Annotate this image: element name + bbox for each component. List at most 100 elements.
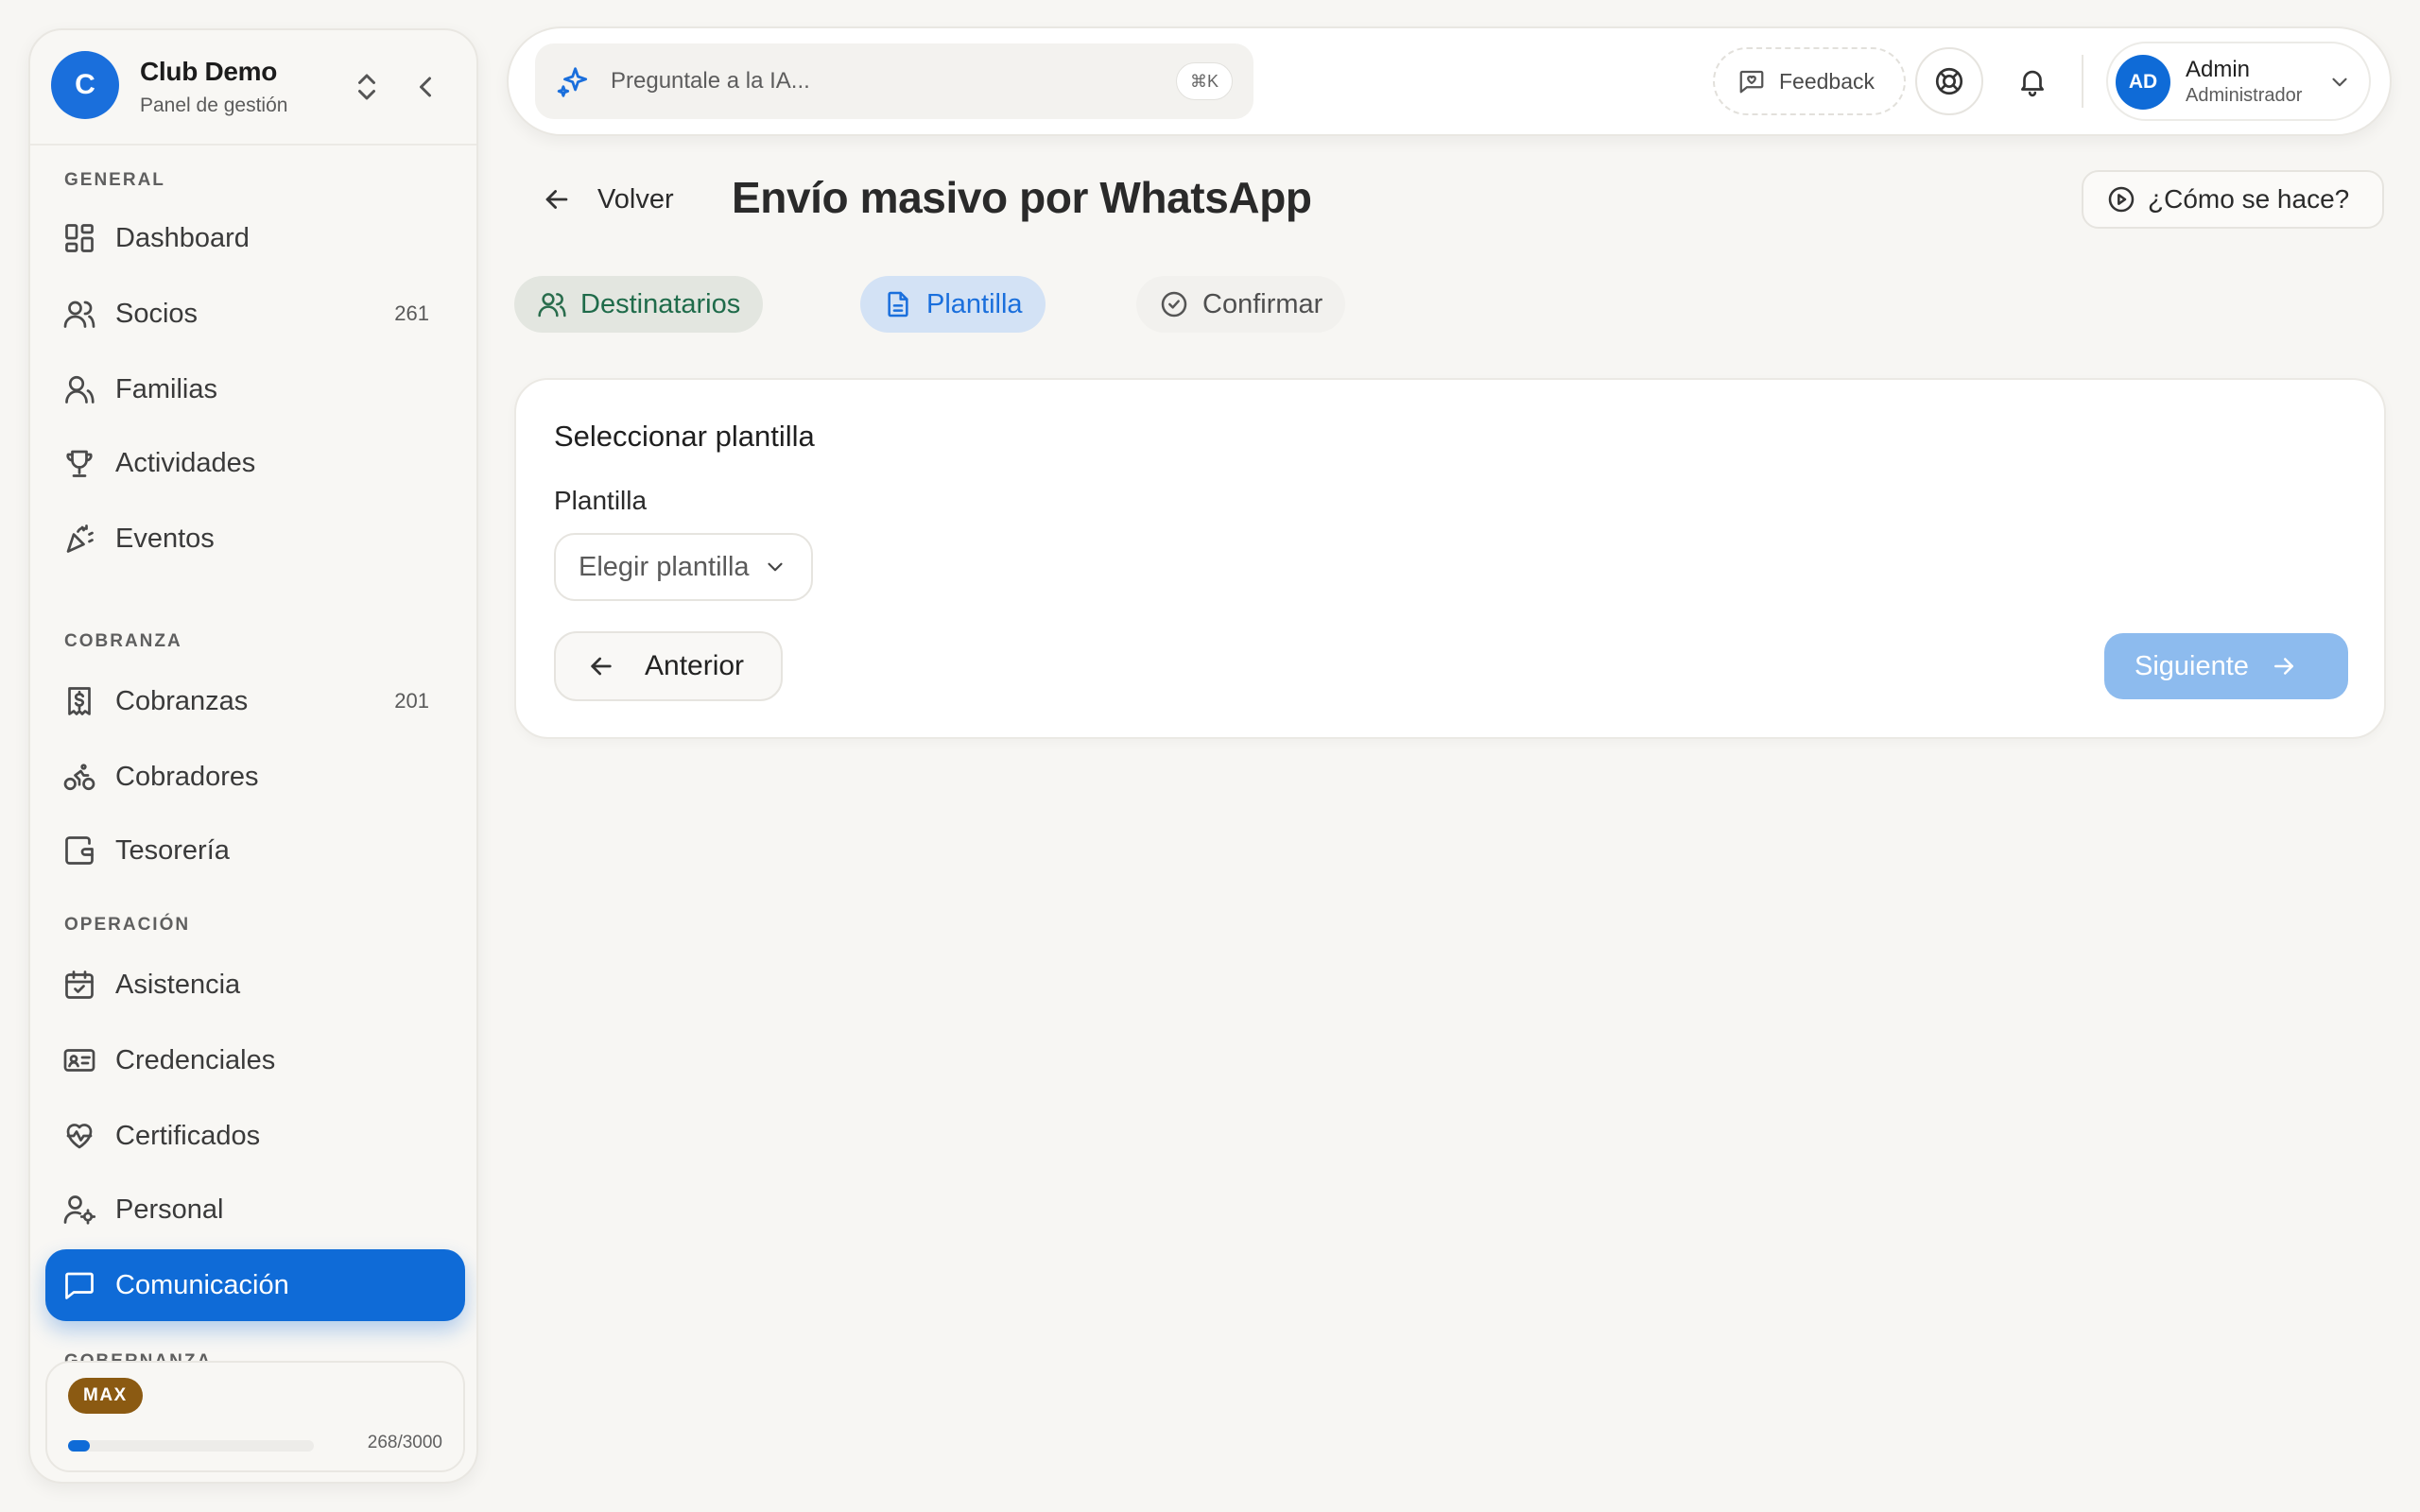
receipt-icon xyxy=(62,684,96,718)
dashboard-icon xyxy=(62,221,96,255)
sidebar-item-socios[interactable]: Socios 261 xyxy=(45,278,465,350)
plan-usage-bar xyxy=(68,1440,314,1452)
sidebar-item-personal[interactable]: Personal xyxy=(45,1174,465,1246)
users-icon xyxy=(537,289,567,319)
wallet-icon xyxy=(62,833,96,868)
avatar: AD xyxy=(2116,55,2170,110)
card-title: Seleccionar plantilla xyxy=(554,420,815,453)
brand-header: C Club Demo Panel de gestión xyxy=(30,30,476,146)
sidebar-item-tesoreria[interactable]: Tesorería xyxy=(45,815,465,886)
step-label: Plantilla xyxy=(926,288,1023,319)
brand-logo: C xyxy=(51,51,119,119)
collapse-sidebar-icon[interactable] xyxy=(408,70,442,104)
cobranzas-count: 201 xyxy=(394,689,429,713)
sidebar-item-label: Tesorería xyxy=(115,834,230,866)
lifebuoy-icon xyxy=(1933,65,1965,97)
section-general: GENERAL xyxy=(64,170,165,190)
chevron-down-icon xyxy=(763,555,787,579)
family-icon xyxy=(62,372,96,406)
ai-search[interactable]: ⌘K xyxy=(535,43,1253,119)
feedback-icon xyxy=(1737,67,1766,95)
chevrons-up-down-icon[interactable] xyxy=(350,70,384,104)
sidebar-item-asistencia[interactable]: Asistencia xyxy=(45,949,465,1021)
notifications-button[interactable] xyxy=(1998,47,2066,115)
sidebar-item-label: Comunicación xyxy=(115,1269,289,1300)
user-menu-button[interactable]: AD Admin Administrador xyxy=(2106,42,2371,121)
sidebar-item-label: Certificados xyxy=(115,1120,261,1151)
sidebar-item-eventos[interactable]: Eventos xyxy=(45,503,465,575)
sidebar-item-label: Cobradores xyxy=(115,761,259,792)
arrow-right-icon xyxy=(2270,652,2298,680)
step-plantilla[interactable]: Plantilla xyxy=(860,276,1046,333)
sidebar-item-comunicacion[interactable]: Comunicación xyxy=(45,1249,465,1321)
section-cobranza: COBRANZA xyxy=(64,631,182,651)
bell-icon xyxy=(2016,65,2048,97)
sidebar-item-label: Familias xyxy=(115,373,217,404)
play-circle-icon xyxy=(2106,184,2136,215)
sidebar-item-label: Cobranzas xyxy=(115,685,249,716)
sidebar-item-dashboard[interactable]: Dashboard xyxy=(45,202,465,274)
topbar: ⌘K Feedback AD Admin Administrador xyxy=(507,26,2392,136)
user-name: Admin xyxy=(2186,57,2251,82)
sidebar-item-label: Socios xyxy=(115,298,199,329)
howto-label: ¿Cómo se hace? xyxy=(2148,184,2350,214)
party-icon xyxy=(62,522,96,556)
template-field-label: Plantilla xyxy=(554,486,648,515)
user-role: Administrador xyxy=(2186,85,2303,106)
next-label: Siguiente xyxy=(2135,650,2249,681)
sidebar-item-label: Actividades xyxy=(115,447,256,478)
bike-icon xyxy=(62,760,96,794)
chevron-down-icon xyxy=(2327,70,2352,94)
sparkles-icon xyxy=(556,64,592,100)
back-label: Volver xyxy=(597,183,674,215)
page-title: Envío masivo por WhatsApp xyxy=(732,173,1312,222)
users-icon xyxy=(62,297,96,331)
next-button[interactable]: Siguiente xyxy=(2104,633,2348,699)
feedback-label: Feedback xyxy=(1779,68,1876,94)
heart-pulse-icon xyxy=(62,1119,96,1153)
feedback-button[interactable]: Feedback xyxy=(1713,47,1906,115)
sidebar-item-cobradores[interactable]: Cobradores xyxy=(45,741,465,813)
step-confirmar[interactable]: Confirmar xyxy=(1136,276,1346,333)
socios-count: 261 xyxy=(394,301,429,325)
message-icon xyxy=(62,1268,96,1302)
template-select[interactable]: Elegir plantilla xyxy=(554,533,813,601)
arrow-left-icon xyxy=(541,183,573,215)
trophy-icon xyxy=(62,446,96,480)
template-card: Seleccionar plantilla Plantilla Elegir p… xyxy=(514,378,2386,739)
brand-name: Club Demo xyxy=(140,57,278,86)
previous-button[interactable]: Anterior xyxy=(554,631,783,701)
sidebar-item-actividades[interactable]: Actividades xyxy=(45,427,465,499)
sidebar-item-cobranzas[interactable]: Cobranzas 201 xyxy=(45,665,465,737)
sidebar-item-label: Credenciales xyxy=(115,1044,276,1075)
sidebar-item-familias[interactable]: Familias xyxy=(45,353,465,425)
help-button[interactable] xyxy=(1915,47,1983,115)
id-card-icon xyxy=(62,1043,96,1077)
sidebar-item-certificados[interactable]: Certificados xyxy=(45,1100,465,1172)
sidebar-item-label: Dashboard xyxy=(115,222,250,253)
sidebar-item-label: Eventos xyxy=(115,523,215,554)
plan-badge: MAX xyxy=(68,1378,143,1414)
step-label: Destinatarios xyxy=(580,288,741,319)
plan-usage-fill xyxy=(68,1440,91,1452)
check-circle-icon xyxy=(1159,289,1189,319)
sidebar-item-label: Personal xyxy=(115,1194,224,1225)
sidebar-item-credenciales[interactable]: Credenciales xyxy=(45,1024,465,1096)
back-button[interactable]: Volver xyxy=(529,170,674,229)
file-text-icon xyxy=(883,289,913,319)
plan-usage-card: MAX 268/3000 xyxy=(45,1361,465,1472)
arrow-left-icon xyxy=(586,651,616,681)
brand-subtitle: Panel de gestión xyxy=(140,94,288,116)
sidebar-item-label: Asistencia xyxy=(115,969,241,1000)
user-gear-icon xyxy=(62,1193,96,1227)
template-select-value: Elegir plantilla xyxy=(579,551,750,582)
shortcut-badge: ⌘K xyxy=(1175,62,1233,100)
section-operacion: OPERACIÓN xyxy=(64,915,191,935)
step-destinatarios[interactable]: Destinatarios xyxy=(514,276,764,333)
plan-usage-count: 268/3000 xyxy=(367,1433,442,1452)
howto-button[interactable]: ¿Cómo se hace? xyxy=(2082,170,2384,229)
calendar-check-icon xyxy=(62,968,96,1002)
ai-search-input[interactable] xyxy=(611,60,1102,102)
topbar-divider xyxy=(2082,55,2083,108)
previous-label: Anterior xyxy=(645,650,745,681)
